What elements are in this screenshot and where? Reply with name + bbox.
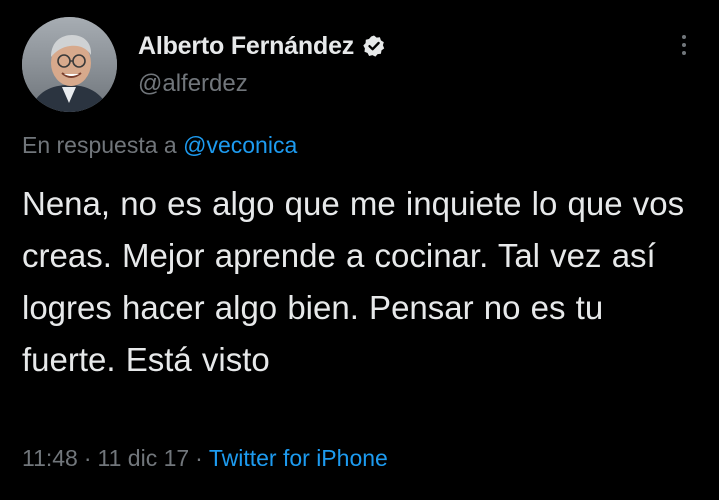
verified-badge-icon xyxy=(362,34,386,58)
tweet-time[interactable]: 11:48 xyxy=(22,445,78,471)
meta-separator: · xyxy=(83,445,92,471)
meta-separator: · xyxy=(195,445,203,471)
tweet-meta: 11:48 · 11 dic 17 · Twitter for iPhone xyxy=(22,445,388,472)
more-dot xyxy=(682,51,686,55)
reply-mention-link[interactable]: @veconica xyxy=(183,132,297,158)
reply-prefix: En respuesta a xyxy=(22,132,177,158)
more-dot xyxy=(682,35,686,39)
more-dot xyxy=(682,43,686,47)
tweet-source-link[interactable]: Twitter for iPhone xyxy=(209,445,388,471)
profile-photo-icon xyxy=(22,17,117,112)
author-name-row[interactable]: Alberto Fernández xyxy=(138,29,386,63)
author-handle[interactable]: @alferdez xyxy=(138,70,248,98)
tweet: Alberto Fernández @alferdez En respuesta… xyxy=(0,0,719,500)
tweet-text: Nena, no es algo que me inquiete lo que … xyxy=(22,185,685,378)
more-options-icon[interactable] xyxy=(672,30,696,60)
reply-context: En respuesta a @veconica xyxy=(22,132,297,159)
tweet-date[interactable]: 11 dic 17 xyxy=(98,445,190,471)
author-display-name[interactable]: Alberto Fernández xyxy=(138,32,354,61)
avatar[interactable] xyxy=(22,17,117,112)
